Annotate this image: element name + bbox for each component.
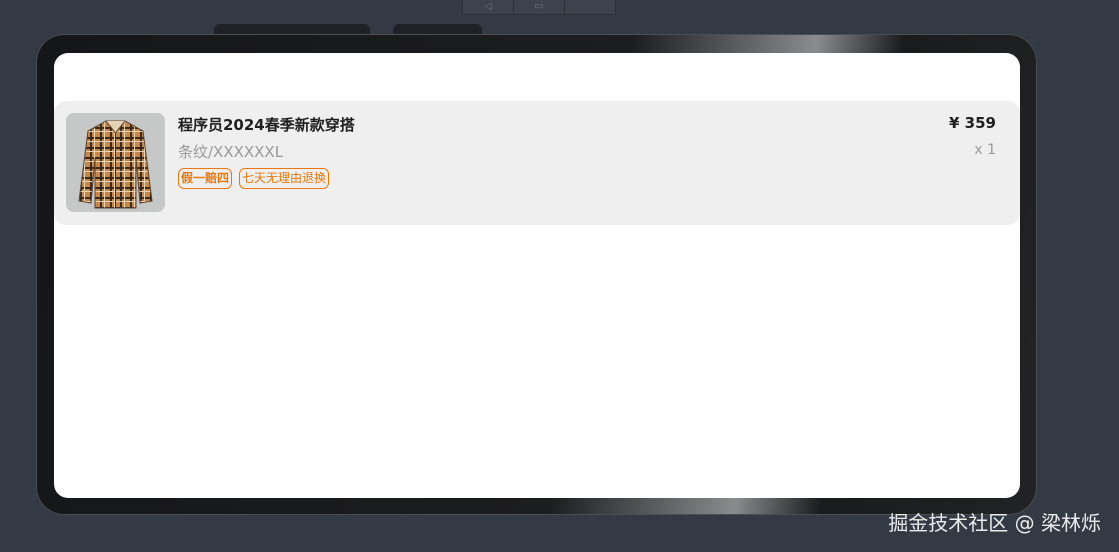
- service-tag: 假一赔四: [178, 168, 233, 189]
- product-price: ¥ 359: [949, 114, 996, 132]
- product-spec: 条纹/XXXXXXL: [178, 143, 284, 161]
- watermark: 掘金技术社区 @ 梁林烁: [888, 511, 1101, 535]
- tablet-frame: 程序员2024春季新款穿搭 条纹/XXXXXXL 假一赔四 七天无理由退换 ¥ …: [36, 34, 1037, 515]
- toolbar-slot[interactable]: [565, 0, 615, 14]
- service-tags: 假一赔四 七天无理由退换: [178, 168, 330, 189]
- window-toolbar: ◁ ▭: [462, 0, 616, 15]
- plaid-shirt-image: [66, 113, 165, 212]
- product-image[interactable]: [66, 113, 165, 212]
- split-view-icon[interactable]: ▭: [514, 0, 565, 14]
- tablet-screen: 程序员2024春季新款穿搭 条纹/XXXXXXL 假一赔四 七天无理由退换 ¥ …: [54, 53, 1020, 498]
- product-title: 程序员2024春季新款穿搭: [178, 116, 355, 134]
- canvas: ◁ ▭ 程序员2024春季新款穿搭 条纹/XXXXXXL 假一赔四 七天无理由退…: [0, 0, 1119, 552]
- product-quantity: x 1: [974, 142, 996, 158]
- service-tag: 七天无理由退换: [239, 168, 330, 189]
- back-icon[interactable]: ◁: [463, 0, 514, 14]
- order-item-card[interactable]: 程序员2024春季新款穿搭 条纹/XXXXXXL 假一赔四 七天无理由退换 ¥ …: [54, 101, 1020, 225]
